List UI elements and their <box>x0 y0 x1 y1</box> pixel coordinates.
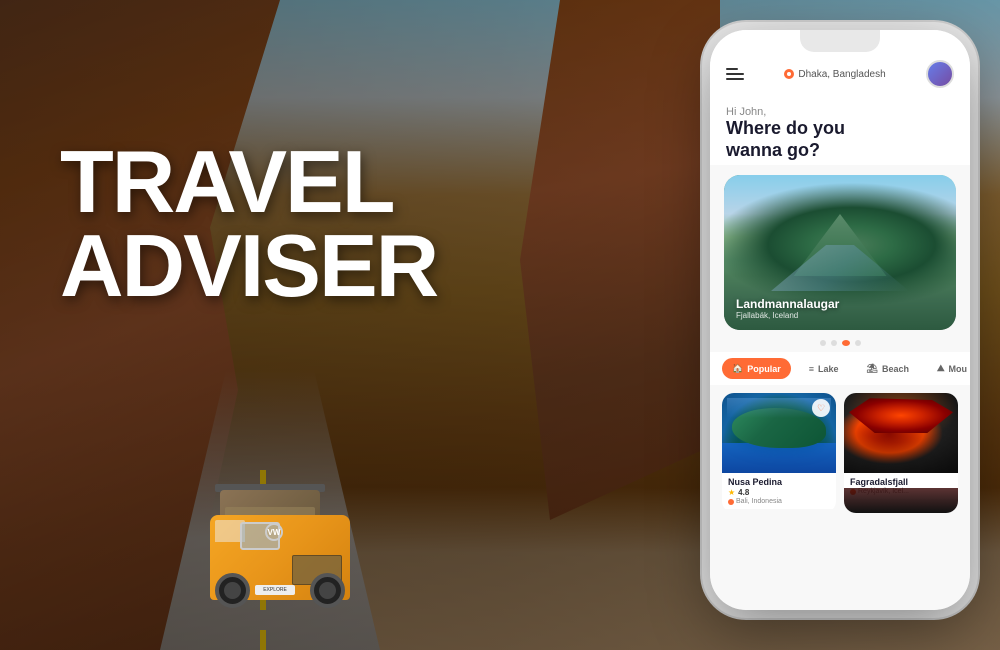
dest-card-nusa[interactable]: ♡ Nusa Pedina ★ 4.8 Bali, Indonesia <box>722 393 836 513</box>
popular-icon: 🏠 <box>732 363 743 374</box>
nusa-rating: 4.8 <box>738 488 749 497</box>
nusa-star-icon: ★ <box>728 488 735 497</box>
app-greeting: Hi John, Where do you wanna go? <box>710 98 970 165</box>
hero-overlay-text: Landmannalaugar Fjallabák, Iceland <box>736 297 839 320</box>
tab-mountain[interactable]: ⛰ Mou <box>927 358 970 379</box>
fagra-image <box>844 393 958 473</box>
destination-grid: ♡ Nusa Pedina ★ 4.8 Bali, Indonesia <box>710 385 970 521</box>
phone-screen: Dhaka, Bangladesh Hi John, Where do you … <box>710 30 970 610</box>
tab-beach-label: Beach <box>882 364 909 374</box>
hero-title-line2: ADVISER <box>60 224 437 308</box>
category-tabs: 🏠 Popular ≡ Lake ⛱ Beach ⛰ Mou <box>710 352 970 385</box>
nusa-location-pin <box>728 499 734 505</box>
user-avatar[interactable] <box>926 60 954 88</box>
tab-popular[interactable]: 🏠 Popular <box>722 358 791 379</box>
nusa-location-text: Bali, Indonesia <box>736 498 782 505</box>
location-text: Dhaka, Bangladesh <box>798 69 885 80</box>
fagra-name: Fagradalsfjall <box>850 477 952 487</box>
menu-button[interactable] <box>726 68 744 80</box>
mountain-icon: ⛰ <box>937 363 945 374</box>
greeting-sub: Hi John, <box>726 106 954 118</box>
van-illustration: VW EXPLORE <box>200 480 360 600</box>
nusa-location-row: Bali, Indonesia <box>728 498 830 505</box>
tab-beach[interactable]: ⛱ Beach <box>857 358 919 379</box>
greeting-main: Where do you wanna go? <box>726 118 954 161</box>
menu-line-1 <box>726 68 738 70</box>
menu-line-2 <box>726 73 744 75</box>
greeting-line2: wanna go? <box>726 140 820 160</box>
dot-3-active[interactable] <box>842 340 850 346</box>
phone-notch <box>800 30 880 52</box>
hero-title-line1: TRAVEL <box>60 140 437 224</box>
menu-line-3 <box>726 78 744 80</box>
nusa-info: Nusa Pedina ★ 4.8 Bali, Indonesia <box>722 473 836 509</box>
location-pin-icon <box>784 69 794 79</box>
dot-1[interactable] <box>820 340 826 346</box>
hero-location-name: Landmannalaugar <box>736 297 839 311</box>
beach-icon: ⛱ <box>867 363 878 374</box>
tab-lake[interactable]: ≡ Lake <box>799 358 849 379</box>
dest-card-fagra[interactable]: Fagradalsfjall Reykjavík, Icel... <box>844 393 958 513</box>
hero-title-container: TRAVEL ADVISER <box>60 140 437 307</box>
dot-2[interactable] <box>831 340 837 346</box>
tab-popular-label: Popular <box>747 364 781 374</box>
dot-4[interactable] <box>855 340 861 346</box>
carousel-dots <box>710 340 970 346</box>
tab-lake-label: Lake <box>818 364 839 374</box>
tab-mountain-label: Mou <box>949 364 968 374</box>
van-wheel-right <box>310 573 345 608</box>
hero-location-sub: Fjallabák, Iceland <box>736 311 839 320</box>
hero-destination-card[interactable]: Landmannalaugar Fjallabák, Iceland <box>724 175 956 330</box>
greeting-line1: Where do you <box>726 118 845 138</box>
van-wheel-left <box>215 573 250 608</box>
lake-icon: ≡ <box>809 364 814 374</box>
nusa-name: Nusa Pedina <box>728 477 830 487</box>
phone-mockup: Dhaka, Bangladesh Hi John, Where do you … <box>710 30 970 610</box>
nusa-rating-row: ★ 4.8 <box>728 488 830 497</box>
location-badge[interactable]: Dhaka, Bangladesh <box>784 69 885 80</box>
